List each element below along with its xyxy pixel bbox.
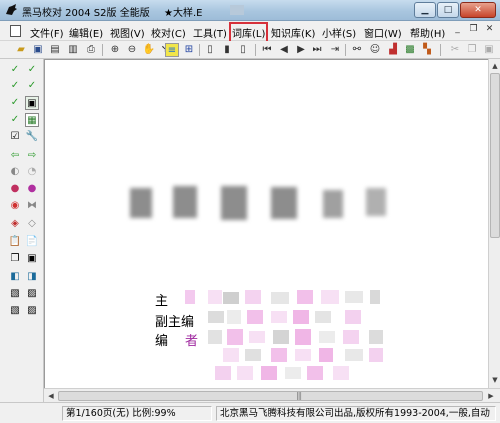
vertical-scroll-thumb[interactable]	[490, 73, 500, 238]
status-bar: 第1/160页(无) 比例:99% 北京黑马飞腾科技有限公司出品,版权所有199…	[0, 402, 500, 423]
document-page[interactable]: 主 副主编 编 者	[44, 59, 488, 388]
menu-file[interactable]: 文件(F)	[30, 25, 64, 40]
sheet-3-icon[interactable]: ▧	[8, 304, 22, 318]
save-icon[interactable]: ▣	[31, 43, 45, 57]
check-page-icon[interactable]: ✓	[8, 113, 22, 127]
minimize-button[interactable]: ▁	[414, 2, 436, 18]
credit-role-editor: 编	[155, 334, 169, 349]
cut-icon[interactable]: ✂	[448, 43, 462, 57]
doc-check-icon[interactable]: ☑	[8, 130, 22, 144]
arrow-right-icon[interactable]: ⇨	[25, 149, 39, 163]
zoom-in-icon[interactable]: ⊕	[108, 43, 122, 57]
first-page-icon[interactable]: ⏮	[260, 43, 274, 57]
title-bar: 黑马校对 2004 S2版 全能版 ★大样.E ▁ □ ✕	[0, 0, 500, 21]
previous-page-icon[interactable]: ◀	[277, 43, 291, 57]
single-page-icon[interactable]: ≡	[165, 43, 179, 57]
pin-2-icon[interactable]: ◇	[25, 217, 39, 231]
arrow-left-icon[interactable]: ⇦	[8, 149, 22, 163]
print-icon[interactable]: ⎙	[84, 43, 98, 57]
scroll-grip-icon: |||	[296, 391, 302, 400]
menu-knowledge-base[interactable]: 知识库(K)	[271, 25, 315, 40]
scroll-right-icon[interactable]: ▶	[485, 390, 497, 402]
check-abc-2-icon[interactable]: ✓	[25, 63, 39, 77]
link-icon[interactable]: ⧓	[25, 199, 39, 213]
open-folder-icon[interactable]: ▰	[14, 43, 28, 57]
check-box-icon[interactable]: ▣	[25, 96, 39, 110]
credit-role-chief-editor: 主	[155, 294, 169, 309]
tool-palette: ✓ ✓ ✓ ✓ ✓ ▣ ✓ ▦ ☑ 🔧 ⇦ ⇨ ◐ ◔ ● ● ◉ ⧓ ◈ ◇ …	[0, 59, 44, 402]
zoom-out-icon[interactable]: ⊖	[125, 43, 139, 57]
credit-role-editor-suffix: 者	[185, 334, 199, 349]
mark-icon[interactable]: ◉	[8, 199, 22, 213]
grid-view-icon[interactable]: ⊞	[182, 43, 196, 57]
last-page-icon[interactable]: ⏭	[310, 43, 324, 57]
horse-icon	[6, 4, 17, 15]
page-view-1-icon[interactable]: ▯	[203, 43, 217, 57]
wrench-icon[interactable]: 🔧	[25, 130, 39, 144]
menu-bar: 文件(F) 编辑(E) 视图(V) 校对(C) 工具(T) 词库(L) 知识库(…	[0, 21, 500, 43]
sheet-2-icon[interactable]: ▨	[25, 287, 39, 301]
gray-left-icon[interactable]: ◐	[8, 165, 22, 179]
menu-help[interactable]: 帮助(H)	[410, 25, 445, 40]
check-abc-3-icon[interactable]: ✓	[8, 79, 22, 93]
page-info: 第1/160页(无) 比例:99%	[62, 406, 212, 421]
check-abc-4-icon[interactable]: ✓	[25, 79, 39, 93]
menu-view[interactable]: 视图(V)	[110, 25, 145, 40]
sheet-4-icon[interactable]: ▨	[25, 304, 39, 318]
redacted-title	[230, 5, 244, 15]
menu-dictionary[interactable]: 词库(L)	[228, 22, 269, 43]
binoculars-icon[interactable]: ⚯	[350, 43, 364, 57]
clipboard-2-icon[interactable]: 📄	[25, 235, 39, 249]
child-restore-button[interactable]: ❐	[467, 24, 480, 36]
comment-icon[interactable]: ●	[8, 182, 22, 196]
clipboard-icon[interactable]: 📋	[8, 235, 22, 249]
hand-icon[interactable]: ✋	[142, 43, 156, 57]
scroll-up-icon[interactable]: ▲	[490, 60, 500, 72]
palette-icon[interactable]: ▩	[403, 43, 417, 57]
image-icon[interactable]: ▣	[25, 252, 39, 266]
page-view-3-icon[interactable]: ▯	[236, 43, 250, 57]
scroll-left-icon[interactable]: ◀	[45, 390, 57, 402]
form-icon[interactable]: ▦	[25, 113, 39, 127]
scroll-down-icon[interactable]: ▼	[490, 374, 500, 386]
user-icon[interactable]: ☺	[368, 43, 382, 57]
credit-role-deputy-editor: 副主编	[155, 315, 195, 330]
toolbar: ▰ ▣ ▤ ▥ ⎙ ⊕ ⊖ ✋ ➘ ≡ ⊞ ▯ ▮ ▯ ⏮ ◀ ▶ ⏭ ⇥ ⚯ …	[0, 41, 500, 59]
bar-chart-icon[interactable]: ▟	[386, 43, 400, 57]
menu-edit[interactable]: 编辑(E)	[69, 25, 103, 40]
book-icon[interactable]: ▚	[420, 43, 434, 57]
gray-right-icon[interactable]: ◔	[25, 165, 39, 179]
document-icon	[10, 25, 21, 37]
tag-icon[interactable]: ◧	[8, 270, 22, 284]
menu-window[interactable]: 窗口(W)	[364, 25, 402, 40]
maximize-button[interactable]: □	[437, 2, 459, 18]
print-preview-icon[interactable]: ▥	[66, 43, 80, 57]
horizontal-scroll-thumb[interactable]	[58, 391, 483, 401]
menu-proofread[interactable]: 校对(C)	[151, 25, 186, 40]
check-abc-icon[interactable]: ✓	[8, 63, 22, 77]
check-abc-5-icon[interactable]: ✓	[8, 96, 22, 110]
page-icon[interactable]: ▤	[48, 43, 62, 57]
page-view-2-icon[interactable]: ▮	[220, 43, 234, 57]
jump-icon[interactable]: ⇥	[328, 43, 342, 57]
horizontal-scrollbar[interactable]: ◀ ||| ▶	[44, 388, 500, 402]
child-close-button[interactable]: ✕	[483, 24, 496, 36]
copy-doc-icon[interactable]: ❐	[8, 252, 22, 266]
app-title: 黑马校对 2004 S2版 全能版	[22, 8, 150, 19]
next-page-icon[interactable]: ▶	[294, 43, 308, 57]
document-title: ★大样.E	[164, 8, 203, 19]
child-minimize-button[interactable]: _	[451, 24, 464, 36]
paste-icon[interactable]: ▣	[482, 43, 496, 57]
copyright-status: 北京黑马飞腾科技有限公司出品,版权所有1993-2004,一般,自动	[216, 406, 496, 421]
menu-tools[interactable]: 工具(T)	[193, 25, 227, 40]
tag-2-icon[interactable]: ◨	[25, 270, 39, 284]
vertical-scrollbar[interactable]: ▲ ▼	[488, 59, 500, 388]
comment-2-icon[interactable]: ●	[25, 182, 39, 196]
close-button[interactable]: ✕	[460, 2, 496, 18]
menu-proof[interactable]: 小样(S)	[322, 25, 356, 40]
copy-icon[interactable]: ❐	[465, 43, 479, 57]
sheet-icon[interactable]: ▧	[8, 287, 22, 301]
pin-icon[interactable]: ◈	[8, 217, 22, 231]
